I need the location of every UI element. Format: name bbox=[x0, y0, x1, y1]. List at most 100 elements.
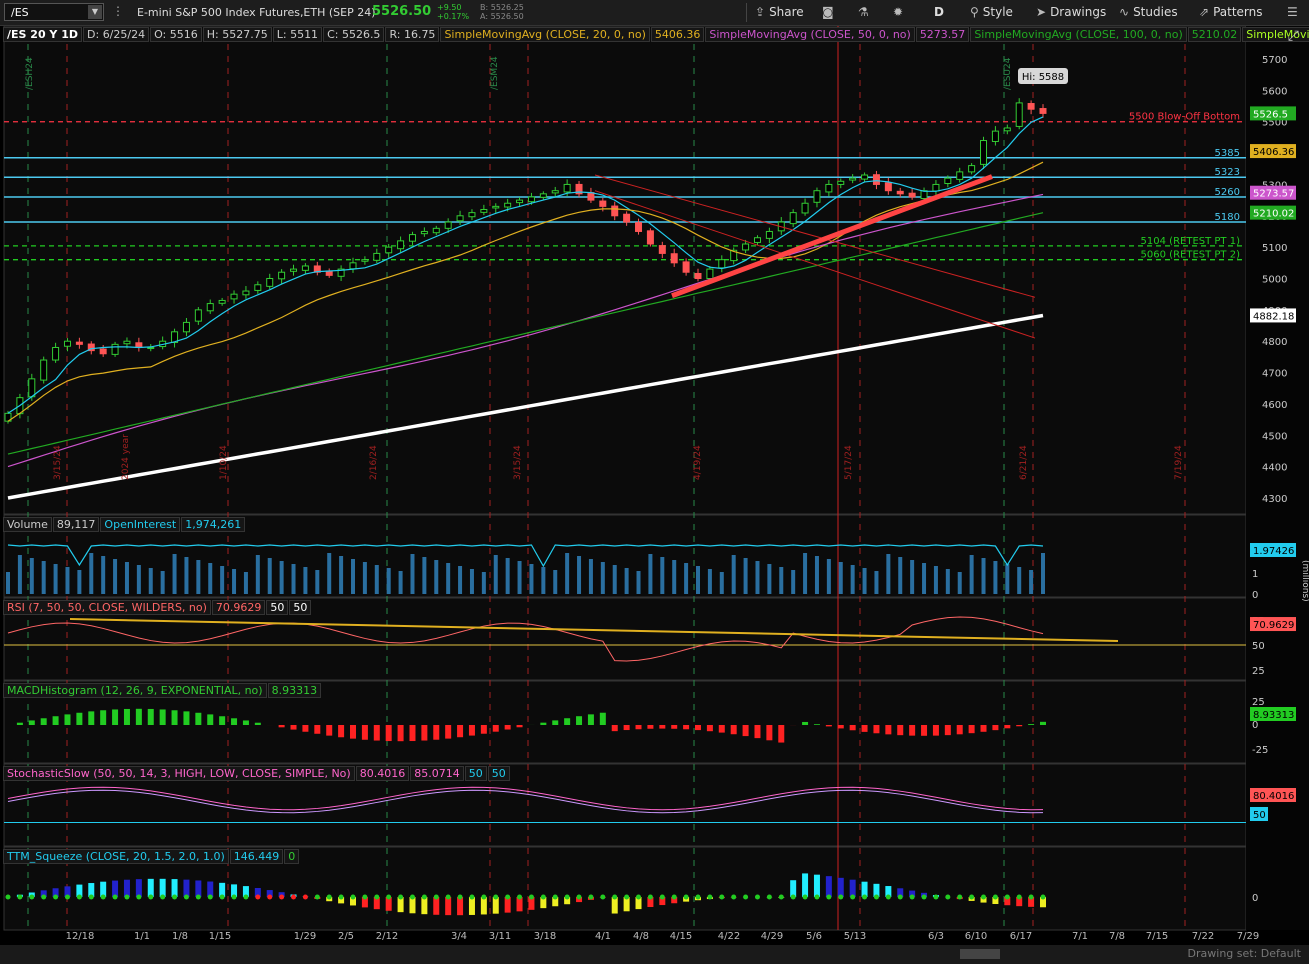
ttm-dot bbox=[624, 894, 630, 900]
macd-label[interactable]: MACDHistogram (12, 26, 9, EXPONENTIAL, n… bbox=[3, 683, 267, 698]
volume-bar bbox=[1029, 570, 1034, 594]
volume-bar bbox=[874, 571, 879, 594]
candle-body bbox=[206, 303, 214, 312]
candle-body bbox=[397, 240, 405, 250]
x-tick: 1/29 bbox=[294, 931, 316, 942]
ttm-dot bbox=[481, 894, 487, 900]
candle-body bbox=[932, 183, 940, 192]
macd-bar bbox=[492, 725, 499, 732]
ttm-dot bbox=[636, 894, 642, 900]
macd-bar bbox=[837, 725, 844, 729]
macd-legend: MACDHistogram (12, 26, 9, EXPONENTIAL, n… bbox=[3, 683, 322, 698]
ttm-dot bbox=[53, 894, 59, 900]
volume-bar bbox=[945, 569, 950, 594]
volume-tick: 1 bbox=[1252, 569, 1258, 580]
volume-bar bbox=[136, 565, 141, 594]
volume-bar bbox=[327, 553, 332, 594]
volume-bar bbox=[577, 556, 582, 594]
drawing-set-label[interactable]: Drawing set: Default bbox=[1188, 947, 1301, 960]
candle-body bbox=[658, 245, 666, 254]
volume-bar bbox=[469, 569, 474, 594]
x-tick: 1/1 bbox=[134, 931, 150, 942]
candle-body bbox=[861, 174, 869, 180]
volume-bar bbox=[767, 564, 772, 594]
candle-body bbox=[123, 340, 131, 345]
ttm-dot bbox=[969, 894, 975, 900]
macd-bar bbox=[207, 714, 214, 725]
volume-bar bbox=[29, 558, 34, 594]
volume-bar bbox=[220, 566, 225, 594]
candle-body bbox=[63, 340, 71, 347]
volume-bar bbox=[6, 572, 10, 594]
volume-bar bbox=[303, 567, 308, 594]
ttm-dot bbox=[957, 894, 963, 900]
macd-bar bbox=[242, 720, 249, 725]
ttm-label[interactable]: TTM_Squeeze (CLOSE, 20, 1.5, 2.0, 1.0) bbox=[3, 849, 229, 864]
volume-bar bbox=[517, 561, 522, 594]
macd-bar bbox=[373, 725, 380, 741]
candle-body bbox=[456, 215, 464, 222]
sma50-label[interactable]: SimpleMovingAvg (CLOSE, 50, 0, no) bbox=[705, 27, 915, 42]
volume-label[interactable]: Volume bbox=[3, 517, 52, 532]
volume-bar bbox=[969, 555, 974, 594]
macd-bar bbox=[992, 725, 999, 731]
oi-label[interactable]: OpenInterest bbox=[100, 517, 181, 532]
volume-unit: (millions) bbox=[1300, 560, 1309, 602]
candle-body bbox=[230, 293, 238, 300]
volume-bar bbox=[53, 564, 58, 594]
macd-bar bbox=[254, 722, 261, 725]
macd-bar bbox=[64, 714, 71, 725]
price-tag-label: 5526.5 bbox=[1253, 109, 1288, 120]
price-tick: 4800 bbox=[1262, 337, 1287, 348]
volume-bar bbox=[553, 570, 558, 594]
macd-bar bbox=[873, 725, 880, 734]
ttm-dot bbox=[885, 894, 891, 900]
macd-bar bbox=[278, 725, 285, 728]
volume-bar bbox=[600, 562, 605, 594]
volume-bar bbox=[172, 554, 177, 594]
sma100-label[interactable]: SimpleMovingAvg (CLOSE, 100, 0, no) bbox=[970, 27, 1187, 42]
volume-bar bbox=[255, 555, 260, 594]
ttm-dot bbox=[945, 894, 951, 900]
ttm-dot bbox=[267, 894, 273, 900]
stoch-label[interactable]: StochasticSlow (50, 50, 14, 3, HIGH, LOW… bbox=[3, 766, 355, 781]
ttm-value: 146.449 bbox=[229, 849, 284, 864]
zoom-icon[interactable]: ⤢ bbox=[1288, 28, 1299, 44]
volume-bar bbox=[755, 561, 760, 594]
ttm-bar bbox=[837, 877, 844, 897]
ttm-dot bbox=[302, 894, 308, 900]
candle-body bbox=[742, 243, 750, 251]
scrollbar-thumb[interactable] bbox=[960, 949, 1000, 959]
macd-bar bbox=[754, 725, 761, 739]
volume-tick: 0 bbox=[1252, 590, 1258, 601]
ttm-dot bbox=[362, 894, 368, 900]
volume-bar bbox=[113, 559, 118, 594]
rsi-label[interactable]: RSI (7, 50, 50, CLOSE, WILDERS, no) bbox=[3, 600, 211, 615]
volume-bar bbox=[910, 560, 915, 594]
x-tick: 4/1 bbox=[595, 931, 611, 942]
macd-bar bbox=[314, 725, 321, 734]
ttm-dot bbox=[909, 894, 915, 900]
ttm-dot bbox=[731, 894, 737, 900]
volume-bar bbox=[660, 557, 665, 594]
macd-bar bbox=[445, 725, 452, 739]
rsi-value: 70.9629 bbox=[211, 600, 266, 615]
chart-canvas[interactable]: 12/18 1/1 1/8 1/15 1/29 2/5 2/12 3/4 3/11 3/18 4/1… bbox=[0, 0, 1309, 945]
macd-bar bbox=[944, 725, 951, 736]
period-label[interactable]: /ES 20 Y 1D bbox=[3, 27, 83, 42]
high-label: H: 5527.75 bbox=[202, 27, 272, 42]
candle-body bbox=[504, 202, 512, 208]
event-label: 3/15/24 bbox=[513, 445, 523, 480]
volume-bar bbox=[684, 563, 689, 594]
volume-bar bbox=[458, 566, 463, 594]
ttm-dot bbox=[576, 894, 582, 900]
event-label: 5/17/24 bbox=[844, 445, 854, 480]
macd-bar bbox=[968, 725, 975, 734]
candle-body bbox=[896, 190, 904, 195]
macd-bar bbox=[564, 718, 571, 725]
volume-bar bbox=[101, 556, 106, 594]
sma20-label[interactable]: SimpleMovingAvg (CLOSE, 20, 0, no) bbox=[440, 27, 650, 42]
x-tick: 7/29 bbox=[1237, 931, 1259, 942]
volume-bar bbox=[17, 555, 22, 594]
ttm-dot bbox=[707, 894, 713, 900]
